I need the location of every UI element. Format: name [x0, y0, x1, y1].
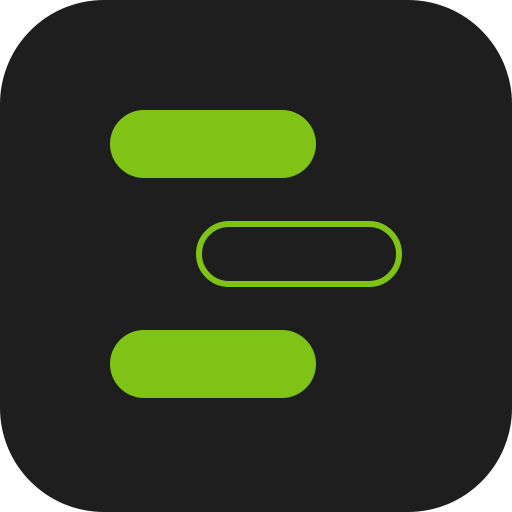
bar-top-filled — [110, 110, 316, 178]
app-icon[interactable] — [0, 0, 512, 512]
bar-bottom-filled — [110, 330, 316, 398]
bar-middle-outlined — [196, 221, 402, 287]
